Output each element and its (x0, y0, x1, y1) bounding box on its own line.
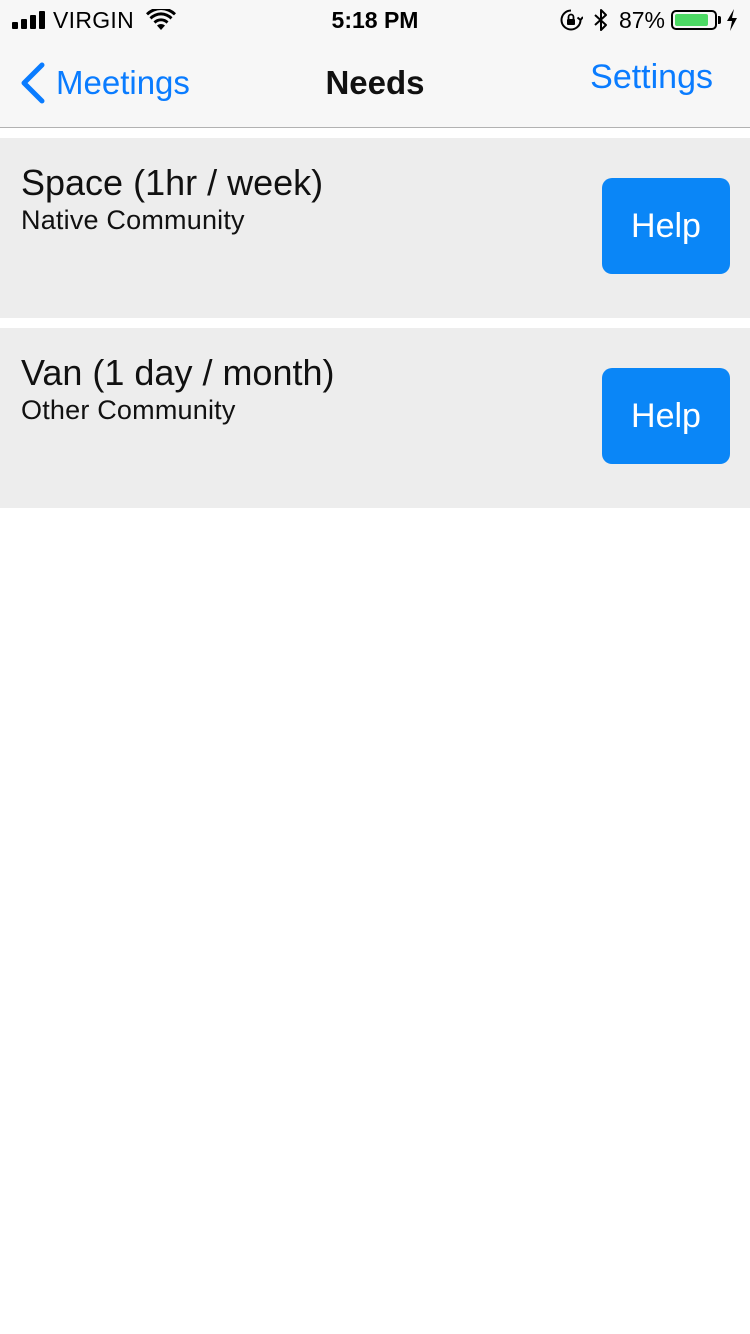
orientation-lock-icon (560, 9, 583, 31)
needs-list: Space (1hr / week) Native Community Help… (0, 138, 750, 518)
battery-fill (675, 14, 708, 26)
need-item: Space (1hr / week) Native Community Help (0, 138, 750, 318)
battery-nub (718, 16, 721, 24)
need-community: Native Community (21, 205, 245, 235)
battery-icon (671, 10, 717, 30)
screen: VIRGIN 5:18 PM 87% Meetings Needs Settin… (0, 0, 750, 1334)
settings-button[interactable]: Settings (590, 58, 713, 97)
help-button[interactable]: Help (602, 368, 730, 464)
need-title: Space (1hr / week) (21, 162, 324, 203)
bluetooth-icon (594, 9, 607, 31)
need-community: Other Community (21, 395, 236, 425)
navigation-bar: Meetings Needs Settings (0, 40, 750, 128)
charging-bolt-icon (727, 9, 737, 31)
status-bar: VIRGIN 5:18 PM 87% (0, 0, 750, 40)
need-item: Van (1 day / month) Other Community Help (0, 328, 750, 508)
battery-percent: 87% (618, 6, 665, 33)
help-button[interactable]: Help (602, 178, 730, 274)
status-right: 87% (559, 7, 738, 33)
need-title: Van (1 day / month) (21, 352, 335, 393)
